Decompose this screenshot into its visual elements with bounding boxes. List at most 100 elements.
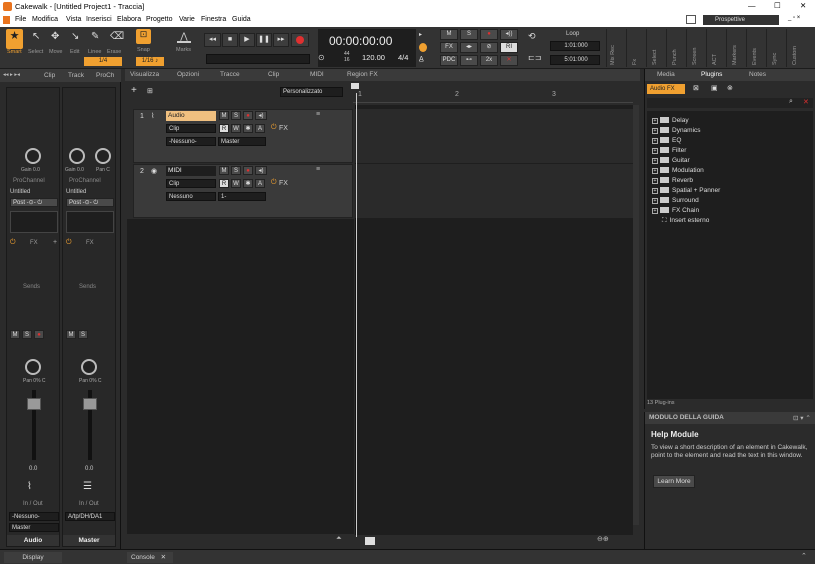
- loop-start-field[interactable]: 1:01:000: [550, 41, 600, 51]
- track-mode-select[interactable]: Clip: [166, 124, 216, 133]
- plugin-item-guitar[interactable]: + Guitar: [652, 157, 720, 167]
- track-input-select[interactable]: Nessuno: [166, 192, 216, 201]
- eq-graph[interactable]: [10, 211, 58, 233]
- mix-bypass-button[interactable]: ⊘: [480, 42, 498, 53]
- plugin-item-insert-esterno[interactable]: ⛶ Insert esterno: [652, 217, 720, 227]
- menu-file[interactable]: File: [15, 16, 26, 23]
- module-custom[interactable]: Custom: [786, 29, 804, 67]
- smart-tool-button[interactable]: ★: [6, 29, 23, 49]
- draw-tool-icon[interactable]: ✎: [91, 31, 99, 42]
- tab-notes[interactable]: Notes: [749, 71, 766, 78]
- vertical-scrollbar[interactable]: [633, 105, 639, 525]
- minimize-button[interactable]: —: [748, 1, 756, 10]
- tab-track[interactable]: Track: [68, 72, 84, 79]
- expand-icon[interactable]: +: [652, 188, 658, 194]
- move-tool-icon[interactable]: ✥: [51, 31, 59, 42]
- menu-clip[interactable]: Clip: [268, 71, 279, 78]
- timeline-ruler[interactable]: 1 2 3: [351, 83, 633, 103]
- mix-link-button[interactable]: ⊷: [460, 55, 478, 66]
- mix-solo-button[interactable]: S: [460, 29, 478, 40]
- side-a-icon[interactable]: A̲: [419, 56, 424, 63]
- stop-button[interactable]: ■: [222, 33, 238, 47]
- menu-visualizza[interactable]: Visualizza: [130, 71, 159, 78]
- menu-varie[interactable]: Varie: [179, 16, 195, 23]
- track-mute-button[interactable]: M: [219, 111, 229, 120]
- search-icon[interactable]: ⌕: [789, 98, 793, 106]
- track-mode-select[interactable]: Clip: [166, 179, 216, 188]
- module-select[interactable]: Select: [646, 29, 664, 67]
- track-solo-button[interactable]: S: [231, 111, 241, 120]
- mdi-controls[interactable]: _ ▫ ×: [788, 15, 800, 21]
- track-w-button[interactable]: W: [231, 179, 241, 188]
- plugin-item-eq[interactable]: + EQ: [652, 137, 720, 147]
- snap-button[interactable]: ⊡: [136, 29, 151, 44]
- post-button[interactable]: Post -⊙- ⏻: [66, 198, 114, 207]
- expand-icon[interactable]: +: [652, 148, 658, 154]
- menu-tracce[interactable]: Tracce: [220, 71, 240, 78]
- gain-knob[interactable]: [25, 148, 41, 164]
- plugin-filter[interactable]: Audio FX: [647, 84, 685, 94]
- maximize-button[interactable]: ☐: [774, 1, 781, 10]
- plugin-item-filter[interactable]: + Filter: [652, 147, 720, 157]
- meter-display[interactable]: 4/4: [398, 53, 408, 62]
- close-button[interactable]: ✕: [800, 1, 806, 10]
- loop-end-field[interactable]: 5:01:000: [550, 55, 600, 65]
- side-play-icon[interactable]: ▸: [419, 31, 427, 40]
- pause-button[interactable]: ❚❚: [256, 33, 272, 47]
- learn-more-button[interactable]: Learn More: [653, 475, 695, 488]
- track-echo-button[interactable]: ◂): [255, 111, 267, 120]
- output-select[interactable]: Master: [9, 523, 59, 532]
- pan-knob[interactable]: [81, 359, 97, 375]
- track-r-button[interactable]: R: [219, 179, 229, 188]
- track-mute-button[interactable]: M: [219, 166, 229, 175]
- menu-finestra[interactable]: Finestra: [201, 16, 226, 23]
- track-fx-power-icon[interactable]: ⏻: [271, 124, 277, 132]
- module-markers[interactable]: Markers: [726, 29, 744, 67]
- track-output-select[interactable]: 1-: [218, 192, 266, 201]
- marks-icon[interactable]: ⋀: [177, 31, 191, 43]
- record-button[interactable]: [291, 33, 309, 47]
- now-slider[interactable]: [206, 54, 310, 64]
- menu-region-fx[interactable]: Region FX: [347, 71, 378, 78]
- pan-knob-top[interactable]: [95, 148, 111, 164]
- gain-knob[interactable]: [69, 148, 85, 164]
- module-mixrec[interactable]: Mix Rec: [606, 29, 624, 67]
- module-act[interactable]: ACT: [706, 29, 724, 67]
- zoom-icon[interactable]: ⊖⊕: [597, 535, 609, 543]
- fx-power-icon[interactable]: ⏻: [66, 239, 72, 247]
- plugin-item-surround[interactable]: + Surround: [652, 197, 720, 207]
- display-tab[interactable]: Display: [4, 552, 62, 563]
- scroll-up-icon[interactable]: ⏶: [336, 535, 342, 543]
- track-input-select[interactable]: -Nessuno-: [166, 137, 216, 146]
- plugin-view-icon[interactable]: ⊠: [693, 84, 699, 92]
- mix-ri-button[interactable]: RI: [500, 42, 518, 53]
- expand-icon[interactable]: +: [652, 168, 658, 174]
- play-button[interactable]: ▶: [239, 33, 255, 47]
- module-fx[interactable]: Fx: [626, 29, 644, 67]
- fx-power-icon[interactable]: ⏻: [10, 239, 16, 247]
- add-track-button[interactable]: +: [131, 85, 137, 96]
- tab-clip[interactable]: Clip: [44, 72, 55, 79]
- tab-media[interactable]: Media: [657, 71, 675, 78]
- close-icon[interactable]: ✕: [161, 554, 166, 561]
- volume-fader-cap[interactable]: [83, 398, 97, 410]
- output-select[interactable]: A/tp/DH/DA1: [65, 512, 115, 521]
- track-name-field[interactable]: Audio: [166, 111, 216, 121]
- module-punch[interactable]: Punch: [666, 29, 684, 67]
- expand-icon[interactable]: +: [652, 138, 658, 144]
- strip-mute-button[interactable]: M: [10, 330, 20, 339]
- menu-inserisci[interactable]: Inserisci: [86, 16, 112, 23]
- track-fx-power-icon[interactable]: ⏻: [271, 179, 277, 187]
- plugin-sort-icon[interactable]: ⊗: [727, 84, 733, 92]
- playhead-marker[interactable]: [351, 83, 359, 89]
- track-a-button[interactable]: A: [255, 124, 265, 133]
- track-preset-select[interactable]: Personalizzato: [280, 87, 343, 97]
- plugin-item-fx-chain[interactable]: + FX Chain: [652, 207, 720, 217]
- workspace-select[interactable]: Prospettive: [703, 15, 779, 25]
- loop-icon[interactable]: ⟲: [528, 31, 536, 42]
- console-tab[interactable]: Console ✕: [127, 552, 173, 563]
- inspector-nav[interactable]: ◂◂ ▸ ▸◂: [3, 72, 20, 78]
- tab-proch[interactable]: ProCh: [96, 72, 114, 79]
- volume-fader-cap[interactable]: [27, 398, 41, 410]
- mix-reset-button[interactable]: ✕: [500, 55, 518, 66]
